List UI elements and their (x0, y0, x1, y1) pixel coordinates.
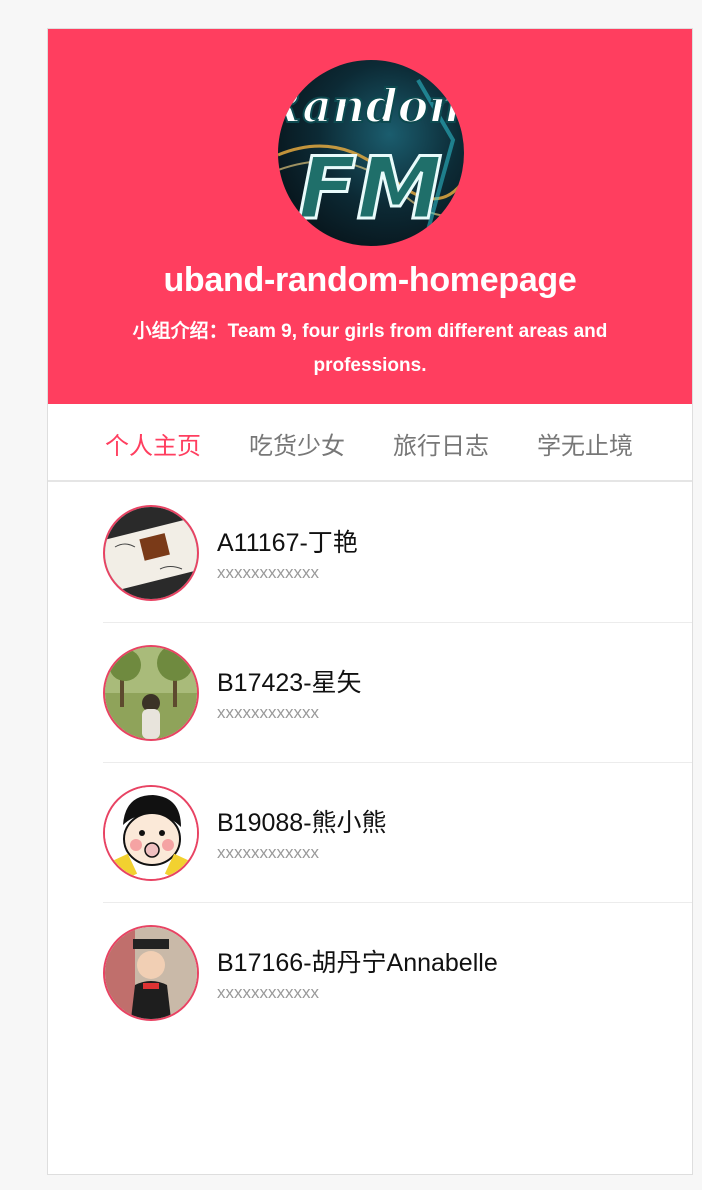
group-title: uband-random-homepage (163, 261, 577, 299)
member-name: A11167-丁艳 (217, 529, 358, 557)
tab-travel-log[interactable]: 旅行日志 (393, 426, 489, 461)
member-name: B19088-熊小熊 (217, 809, 387, 837)
member-subtitle: xxxxxxxxxxxx (217, 843, 319, 862)
tab-bar: 个人主页 吃货少女 旅行日志 学无止境 (48, 404, 692, 482)
tab-personal-homepage[interactable]: 个人主页 (105, 426, 201, 461)
group-logo: Random FM (278, 60, 464, 246)
member-avatar (103, 785, 199, 881)
group-intro: 小组介绍：Team 9, four girls from different a… (132, 321, 608, 376)
member-subtitle: xxxxxxxxxxxx (217, 563, 319, 582)
member-item[interactable]: A11167-丁艳 xxxxxxxxxxxx (103, 482, 692, 623)
member-name: B17166-胡丹宁Annabelle (217, 949, 498, 977)
member-item[interactable]: B17423-星矢 xxxxxxxxxxxx (103, 622, 692, 763)
homepage-card: Random FM uband-random-homepage 小组介绍：Tea… (47, 28, 693, 1175)
member-avatar (103, 645, 199, 741)
group-header: Random FM uband-random-homepage 小组介绍：Tea… (48, 29, 692, 404)
member-item[interactable]: B19088-熊小熊 xxxxxxxxxxxx (103, 762, 692, 903)
member-name: B17423-星矢 (217, 669, 362, 697)
logo-text-random: Random (278, 79, 464, 133)
member-subtitle: xxxxxxxxxxxx (217, 703, 319, 722)
member-avatar (103, 925, 199, 1021)
member-item[interactable]: B17166-胡丹宁Annabelle xxxxxxxxxxxx (103, 902, 692, 1042)
tab-foodie-girl[interactable]: 吃货少女 (249, 426, 345, 461)
logo-text-fm: FM (298, 139, 442, 239)
member-subtitle: xxxxxxxxxxxx (217, 983, 319, 1002)
member-avatar (103, 505, 199, 601)
tab-endless-learning[interactable]: 学无止境 (537, 426, 633, 461)
